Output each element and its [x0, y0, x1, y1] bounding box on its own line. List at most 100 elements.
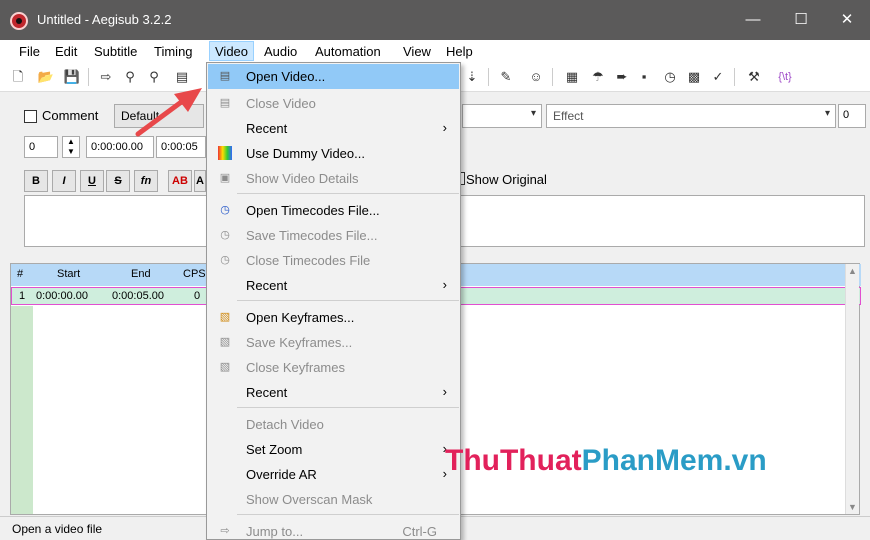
resample-icon[interactable]: ▦ [562, 67, 582, 87]
layer-stepper[interactable]: ▲ ▼ [62, 136, 80, 158]
menu-item-set-zoom[interactable]: Set Zoom › [208, 437, 459, 462]
menu-item-label: Show Video Details [246, 171, 359, 186]
menu-separator [237, 407, 459, 408]
styling-assistant-icon[interactable]: ✎ [496, 67, 516, 87]
comment-checkbox[interactable] [24, 110, 37, 123]
scroll-down-icon[interactable]: ▼ [848, 502, 857, 512]
dummy-video-icon [218, 146, 232, 160]
watermark-part2: PhanMem.vn [581, 444, 767, 477]
save-icon[interactable]: 💾 [62, 67, 82, 87]
annotation-arrow-icon [135, 88, 202, 137]
menu-subtitle[interactable]: Subtitle [89, 42, 142, 62]
row-end: 0:00:05.00 [112, 290, 164, 302]
maximize-button[interactable]: ☐ [778, 0, 824, 40]
status-text: Open a video file [12, 522, 103, 536]
watermark-logo: ThuThuatPhanMem.vn [445, 444, 767, 478]
menu-item-label: Open Keyframes... [246, 310, 355, 325]
row-cps: 0 [194, 290, 201, 302]
menu-file[interactable]: File [14, 42, 45, 62]
toolbar-separator [734, 68, 735, 86]
menu-help[interactable]: Help [441, 42, 478, 62]
open-folder-icon[interactable]: 📂 [36, 67, 56, 87]
tools-icon[interactable]: ⚒ [744, 67, 764, 87]
row-number: 1 [19, 290, 26, 302]
secondary-color-button[interactable]: A [194, 170, 206, 192]
menu-item-jump-to[interactable]: ⇨ Jump to... Ctrl-G [208, 519, 459, 540]
menu-automation[interactable]: Automation [310, 42, 386, 62]
font-button[interactable]: fn [134, 170, 158, 192]
effect-value: Effect [553, 109, 584, 123]
menu-item-open-keyframes[interactable]: ▧ Open Keyframes... [208, 305, 459, 330]
menu-item-open-timecodes[interactable]: ◷ Open Timecodes File... [208, 198, 459, 223]
menu-item-label: Detach Video [246, 417, 324, 432]
col-start-header: Start [57, 268, 81, 280]
menu-timing[interactable]: Timing [149, 42, 198, 62]
margin-field[interactable]: 0 [838, 104, 866, 128]
tag-icon[interactable]: {\t} [770, 67, 800, 87]
underline-button[interactable]: U [80, 170, 104, 192]
submenu-arrow-icon: › [442, 277, 447, 292]
fonts-collector-icon[interactable]: ▪ [634, 67, 654, 87]
close-button[interactable]: ✕ [824, 0, 870, 40]
grid-row-gutter [11, 306, 33, 514]
menu-edit[interactable]: Edit [50, 42, 82, 62]
menu-view[interactable]: View [398, 42, 436, 62]
menu-item-label: Recent [246, 385, 288, 400]
aegisub-logo-icon [10, 12, 28, 30]
video-details-icon: ▣ [219, 172, 231, 184]
menu-item-label: Save Timecodes File... [246, 228, 378, 243]
italic-button[interactable]: I [52, 170, 76, 192]
menu-video[interactable]: Video [209, 41, 255, 61]
save-keyframes-icon: ▧ [219, 336, 231, 348]
layer-value: 0 [29, 141, 36, 153]
menu-item-detach-video[interactable]: Detach Video [208, 412, 459, 437]
menu-item-recent-keyframes[interactable]: Recent › [208, 380, 459, 405]
menu-item-label: Close Video [246, 96, 316, 111]
clock-icon[interactable]: ◷ [660, 67, 680, 87]
menu-item-close-keyframes[interactable]: ▧ Close Keyframes [208, 355, 459, 380]
strikeout-button[interactable]: S [106, 170, 130, 192]
submenu-arrow-icon: › [442, 120, 447, 135]
menu-item-override-ar[interactable]: Override AR › [208, 462, 459, 487]
primary-color-button[interactable]: AB [168, 170, 192, 192]
menu-item-close-timecodes[interactable]: ◷ Close Timecodes File [208, 248, 459, 273]
menu-item-open-video[interactable]: ▤ Open Video... [208, 64, 459, 89]
effect-dropdown[interactable]: Effect ▾ [546, 104, 836, 128]
menu-item-recent-timecodes[interactable]: Recent › [208, 273, 459, 298]
jump-arrow-icon[interactable]: ⇨ [96, 67, 116, 87]
new-file-icon[interactable]: 🗋 [8, 67, 28, 87]
menu-item-dummy-video[interactable]: Use Dummy Video... [208, 141, 459, 166]
menu-item-label: Show Overscan Mask [246, 492, 373, 507]
dummy-icon[interactable]: ▩ [684, 67, 704, 87]
spell-check-icon[interactable]: ✓ [708, 67, 728, 87]
col-end-header: End [131, 268, 151, 280]
menu-item-label: Recent [246, 278, 288, 293]
grid-scrollbar[interactable]: ▲ ▼ [845, 264, 859, 514]
bold-button[interactable]: B [24, 170, 48, 192]
menu-item-overscan-mask[interactable]: Show Overscan Mask [208, 487, 459, 512]
menu-audio[interactable]: Audio [259, 42, 302, 62]
menu-item-label: Jump to... [246, 524, 304, 539]
menu-separator [237, 514, 459, 515]
window-title: Untitled - Aegisub 3.2.2 [37, 12, 172, 27]
menu-item-recent-video[interactable]: Recent › [208, 116, 459, 141]
menu-item-save-keyframes[interactable]: ▧ Save Keyframes... [208, 330, 459, 355]
comment-label: Comment [42, 108, 99, 123]
close-video-icon: ▤ [219, 97, 231, 109]
timing-post-processor-icon[interactable]: ☂ [588, 67, 608, 87]
menu-item-close-video[interactable]: ▤ Close Video [208, 91, 459, 116]
menu-item-label: Close Timecodes File [246, 253, 371, 268]
shift-times-icon[interactable]: ⇣ [462, 67, 482, 87]
translation-assistant-icon[interactable]: ☺ [526, 67, 546, 87]
layer-field[interactable]: 0 [24, 136, 58, 158]
menu-item-video-details[interactable]: ▣ Show Video Details [208, 166, 459, 191]
start-time-value: 0:00:00.00 [91, 141, 143, 153]
open-keyframes-icon: ▧ [219, 311, 231, 323]
menu-bar: File Edit Subtitle Timing Video Audio Au… [0, 40, 870, 62]
minimize-button[interactable]: — [730, 0, 776, 40]
scroll-up-icon[interactable]: ▲ [848, 266, 857, 276]
menu-item-save-timecodes[interactable]: ◷ Save Timecodes File... [208, 223, 459, 248]
kanji-timer-icon[interactable]: ➨ [612, 67, 632, 87]
menu-separator [237, 300, 459, 301]
actor-dropdown[interactable]: ▾ [462, 104, 542, 128]
